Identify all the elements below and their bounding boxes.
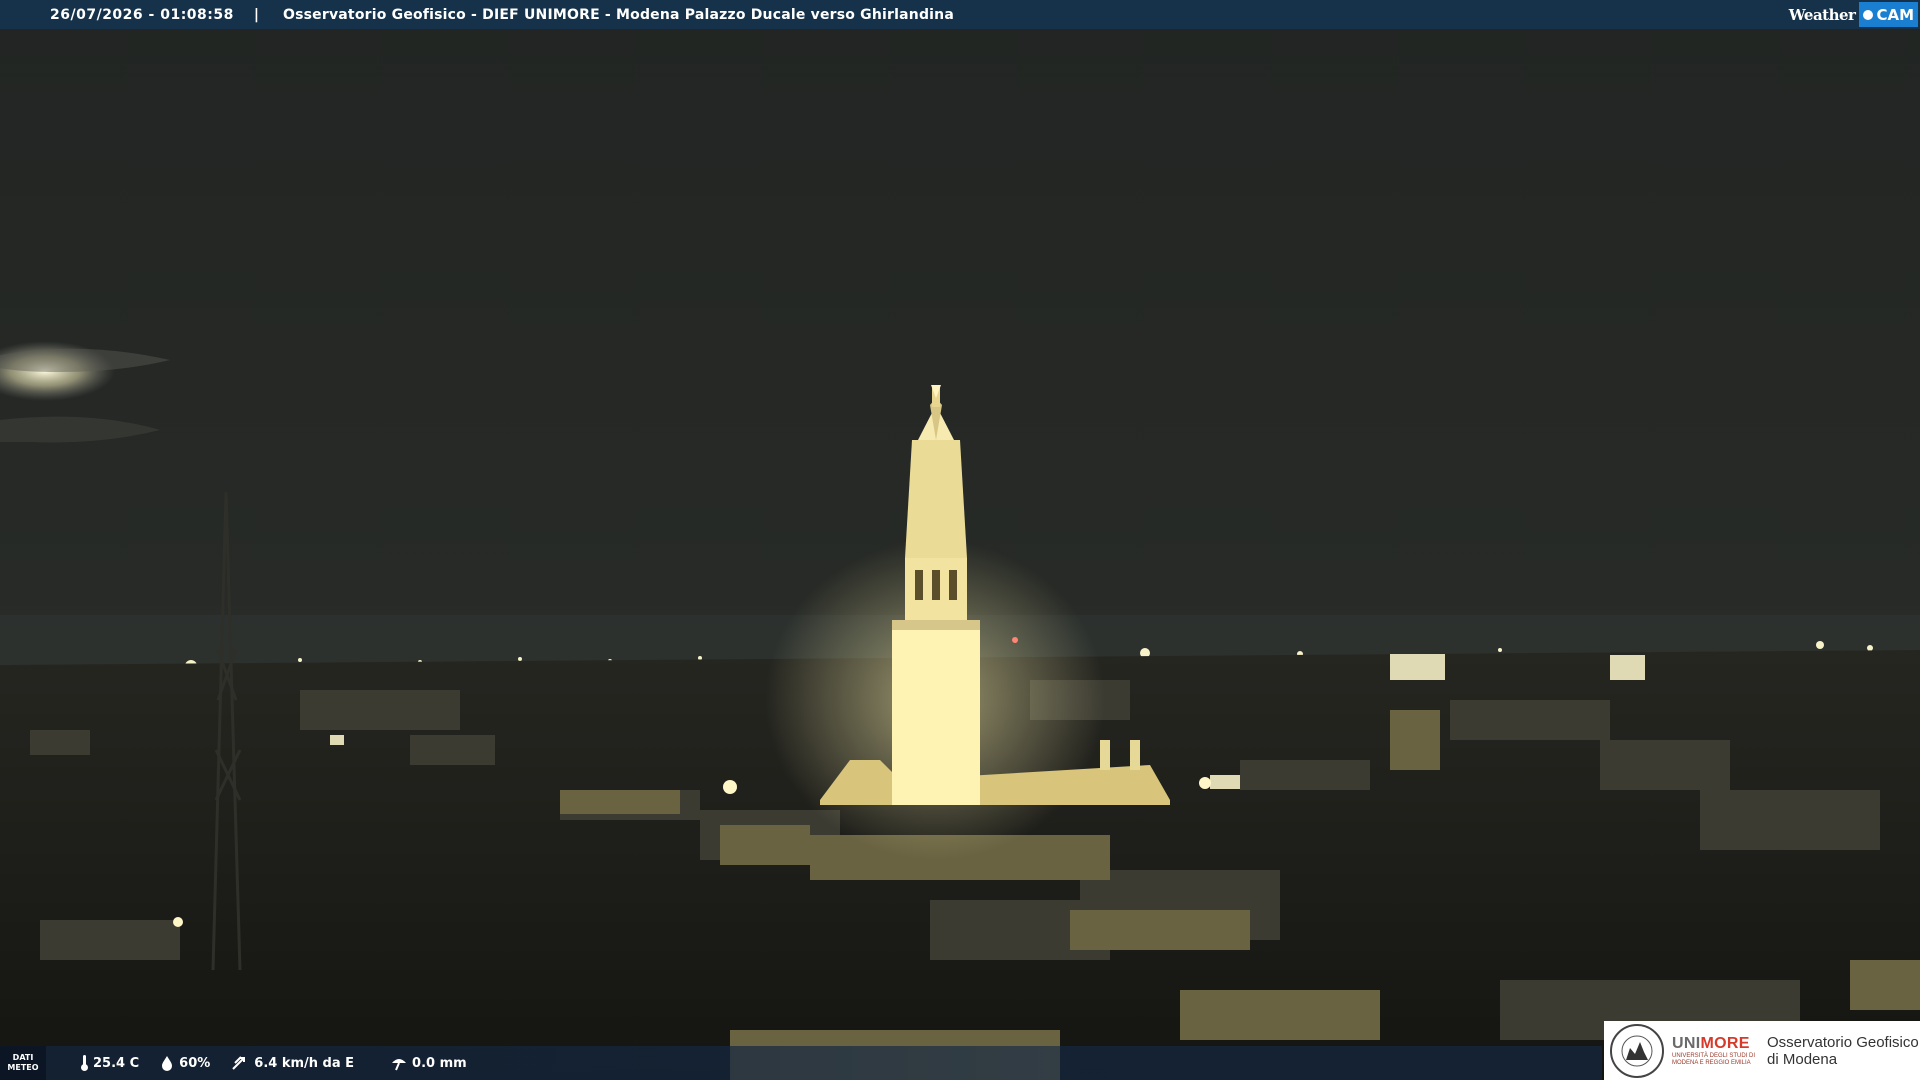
uni-prefix: UNI — [1672, 1034, 1701, 1052]
uni-subtitle-1: UNIVERSITÀ DEGLI STUDI DI — [1672, 1052, 1756, 1059]
brand-cam-text: CAM — [1876, 5, 1914, 24]
brand-weather-text: Weather — [1788, 5, 1856, 24]
uni-suffix: MORE — [1700, 1034, 1750, 1052]
rain-value: 0.0 mm — [412, 1055, 467, 1071]
thermometer-icon — [81, 1055, 88, 1071]
humidity-reading: 60% — [159, 1055, 210, 1071]
university-seal-icon — [1610, 1023, 1664, 1078]
rain-reading: 0.0 mm — [390, 1055, 467, 1071]
rain-icon — [392, 1059, 407, 1071]
dati-meteo-label: DATI METEO — [0, 1046, 46, 1080]
humidity-value: 60% — [179, 1055, 211, 1071]
temperature-reading: 25.4 C — [80, 1054, 139, 1072]
caption-separator: | — [253, 6, 259, 23]
observatory-line-1: Osservatorio Geofisico — [1767, 1033, 1919, 1051]
unimore-name: UNIMORE — [1672, 1035, 1755, 1053]
droplet-icon — [162, 1056, 173, 1071]
meteo-label: METEO — [7, 1063, 39, 1072]
temperature-value: 25.4 C — [93, 1055, 140, 1071]
wind-reading: 6.4 km/h da E — [232, 1055, 354, 1071]
weathercam-logo: Weather CAM — [1789, 0, 1920, 29]
camera-title: Osservatorio Geofisico - DIEF UNIMORE - … — [282, 6, 954, 23]
brand-dot-icon — [1863, 9, 1874, 20]
dati-label: DATI — [12, 1053, 34, 1062]
webcam-caption-bar: 26/07/2026 - 01:08:58 | Osservatorio Geo… — [0, 0, 1920, 29]
wind-icon — [232, 1056, 246, 1070]
timestamp: 26/07/2026 - 01:08:58 — [50, 6, 234, 23]
unimore-wordmark: UNIMORE UNIVERSITÀ DEGLI STUDI DI MODENA… — [1672, 1035, 1755, 1067]
observatory-name: Osservatorio Geofisico di Modena — [1767, 1034, 1919, 1068]
uni-subtitle-2: MODENA E REGGIO EMILIA — [1672, 1059, 1751, 1066]
observatory-line-2: di Modena — [1767, 1050, 1838, 1068]
webcam-image — [0, 0, 1920, 1080]
meteo-bar: DATI METEO 25.4 C 60% 6.4 km/h da E 0.0 … — [0, 1046, 1602, 1080]
brand-cam-badge: CAM — [1859, 2, 1918, 27]
wind-value: 6.4 km/h da E — [254, 1055, 355, 1071]
unimore-logo: UNIMORE UNIVERSITÀ DEGLI STUDI DI MODENA… — [1604, 1021, 1920, 1080]
